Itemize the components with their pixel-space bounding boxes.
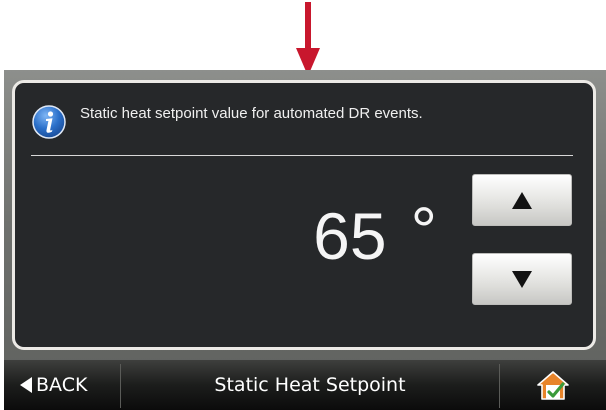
back-label: BACK	[36, 374, 88, 396]
triangle-down-icon	[512, 270, 532, 288]
triangle-up-icon	[512, 191, 532, 209]
increase-button[interactable]	[472, 174, 572, 226]
nav-separator	[499, 364, 500, 408]
degree-symbol: °	[410, 193, 437, 267]
info-text: Static heat setpoint value for automated…	[80, 105, 423, 122]
info-icon	[32, 105, 66, 139]
home-button[interactable]	[536, 370, 570, 402]
back-arrow-icon	[20, 377, 32, 393]
decrease-button[interactable]	[472, 253, 572, 305]
bottom-nav-bar: BACK Static Heat Setpoint	[4, 360, 606, 410]
screen-title: Static Heat Setpoint	[214, 374, 406, 396]
setpoint-display: 65 °	[237, 197, 437, 269]
setpoint-panel: Static heat setpoint value for automated…	[12, 80, 596, 350]
setpoint-value: 65	[313, 199, 387, 273]
thermostat-screen: Static heat setpoint value for automated…	[4, 70, 606, 410]
annotation-arrow	[288, 0, 328, 80]
back-button[interactable]: BACK	[4, 360, 120, 410]
divider	[31, 155, 573, 156]
home-icon	[537, 371, 569, 400]
